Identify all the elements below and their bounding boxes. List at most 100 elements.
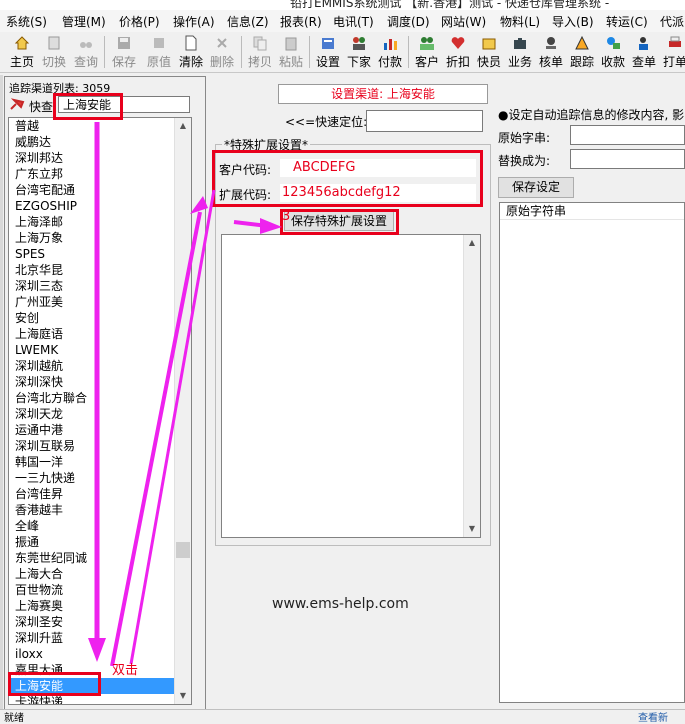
copy-button[interactable]: 拷贝 [244,34,276,70]
copy-icon [253,36,267,51]
channel-item[interactable]: 深圳三态 [9,278,191,294]
menu-telecom[interactable]: 电讯(T) [333,13,374,30]
payment-button[interactable]: 付款 [374,34,406,70]
channel-list-scrollbar[interactable]: ▲ ▼ [174,118,191,704]
scroll-up-icon[interactable]: ▲ [464,235,480,251]
channel-item[interactable]: 威鹏达 [9,134,191,150]
menu-delivery[interactable]: 代派 [660,13,684,30]
query-label: 查询 [73,55,98,69]
channel-item[interactable]: 运通中港 [9,422,191,438]
menu-operate[interactable]: 操作(A) [173,13,215,30]
channel-item[interactable]: EZGOSHIP [9,198,191,214]
clear-button[interactable]: 清除 [175,34,207,70]
menu-website[interactable]: 网站(W) [441,13,486,30]
switch-button[interactable]: 切换 [38,34,70,70]
original-button[interactable]: 原值 [143,34,175,70]
undo-icon [154,38,164,48]
scroll-down-icon[interactable]: ▼ [175,688,191,704]
collect-button[interactable]: 收款 [597,34,629,70]
scroll-thumb[interactable] [176,542,190,558]
express-label: 快员 [476,55,501,69]
print-button[interactable]: 打单 [659,34,685,70]
track-button[interactable]: 跟踪 [566,34,598,70]
box-icon [482,38,496,50]
text-scrollbar[interactable]: ▲ ▼ [463,235,480,537]
channel-item[interactable]: 深圳天龙 [9,406,191,422]
check-button[interactable]: 查单 [628,34,660,70]
menu-system[interactable]: 系统(S) [6,13,47,30]
channel-list[interactable]: 普越 威鹏达 深圳邦达 广东立邦 台湾宅配通 EZGOSHIP 上海泽邮 上海万象 SPES 北京… [8,117,192,705]
rule-table[interactable]: 原始字符串 [499,202,685,703]
delete-button[interactable]: 删除 [206,34,238,70]
channel-item[interactable]: iloxx [9,646,191,662]
quick-position-input[interactable] [366,110,483,132]
query-button[interactable]: 查询 [70,34,102,70]
scroll-up-icon[interactable]: ▲ [175,118,191,134]
original-string-input[interactable] [570,125,685,145]
paste-button[interactable]: 粘贴 [275,34,307,70]
channel-item[interactable]: 上海赛奥 [9,598,191,614]
quick-position-label: <<=快速定位: [285,115,368,129]
menu-material[interactable]: 物料(L) [500,13,540,30]
menu-dispatch[interactable]: 调度(D) [387,13,430,30]
channel-item[interactable]: 安创 [9,310,191,326]
track-label: 跟踪 [569,55,594,69]
settings-button[interactable]: 设置 [312,34,344,70]
channel-item[interactable]: 深圳深快 [9,374,191,390]
channel-item[interactable]: 上海泽邮 [9,214,191,230]
save-toolbar-button[interactable]: 保存 [108,34,140,70]
left-gutter [0,75,3,709]
rule-column-header[interactable]: 原始字符串 [500,203,684,220]
verify-button[interactable]: 核单 [535,34,567,70]
special-settings-text[interactable]: ▲ ▼ [221,234,481,538]
selected-channel-highlight [8,672,101,696]
menu-manage[interactable]: 管理(M) [62,13,106,30]
channel-item[interactable]: 一三九快递 [9,470,191,486]
channel-item[interactable]: 东莞世纪同诚 [9,550,191,566]
toolbar: 主页 切换 查询 保存 原值 清除 删除 拷贝 粘贴 设置 下家 付款 客户 折… [0,32,685,73]
channel-item[interactable]: 台湾北方聯合 [9,390,191,406]
channel-item[interactable]: 广东立邦 [9,166,191,182]
channel-item[interactable]: 深圳邦达 [9,150,191,166]
customer-button[interactable]: 客户 [411,34,443,70]
channel-item[interactable]: 上海万象 [9,230,191,246]
menu-report[interactable]: 报表(R) [280,13,322,30]
replace-with-input[interactable] [570,149,685,169]
channel-item[interactable]: 广州亚美 [9,294,191,310]
paste-label: 粘贴 [278,55,303,69]
auto-track-panel: ●设定自动追踪信息的修改内容, 影 原始字串: 替换成为: 保存设定 原始字符串 [494,76,685,708]
menu-import[interactable]: 导入(B) [552,13,594,30]
discount-button[interactable]: 折扣 [442,34,474,70]
channel-item[interactable]: 深圳升蓝 [9,630,191,646]
codes-highlight [212,150,483,207]
channel-item[interactable]: 韩国一洋 [9,454,191,470]
channel-item[interactable]: 深圳互联易 [9,438,191,454]
channel-item[interactable]: 振通 [9,534,191,550]
save-rule-button[interactable]: 保存设定 [498,177,574,198]
channel-item[interactable]: LWEMK [9,342,191,358]
channel-item[interactable]: 全峰 [9,518,191,534]
auto-track-note: ●设定自动追踪信息的修改内容, 影 [498,108,685,122]
channel-item[interactable]: 深圳圣安 [9,614,191,630]
express-button[interactable]: 快员 [473,34,505,70]
channel-item[interactable]: 台湾宅配通 [9,182,191,198]
download-button[interactable]: 下家 [343,34,375,70]
business-button[interactable]: 业务 [504,34,536,70]
home-button[interactable]: 主页 [6,34,38,70]
briefcase-icon [514,38,526,49]
channel-item[interactable]: SPES [9,246,191,262]
channel-item[interactable]: 普越 [9,118,191,134]
channel-item[interactable]: 深圳越航 [9,358,191,374]
channel-item[interactable]: 香港越丰 [9,502,191,518]
people-icon [353,37,365,50]
scroll-down-icon[interactable]: ▼ [464,521,480,537]
channel-item[interactable]: 台湾佳昇 [9,486,191,502]
channel-item[interactable]: 上海大合 [9,566,191,582]
channel-item[interactable]: 北京华昆 [9,262,191,278]
menu-price[interactable]: 价格(P) [119,13,160,30]
watermark: www.ems-help.com [272,596,409,612]
menu-transfer[interactable]: 转运(C) [606,13,648,30]
menu-info[interactable]: 信息(Z) [227,13,269,30]
channel-item[interactable]: 上海庭语 [9,326,191,342]
channel-item[interactable]: 百世物流 [9,582,191,598]
